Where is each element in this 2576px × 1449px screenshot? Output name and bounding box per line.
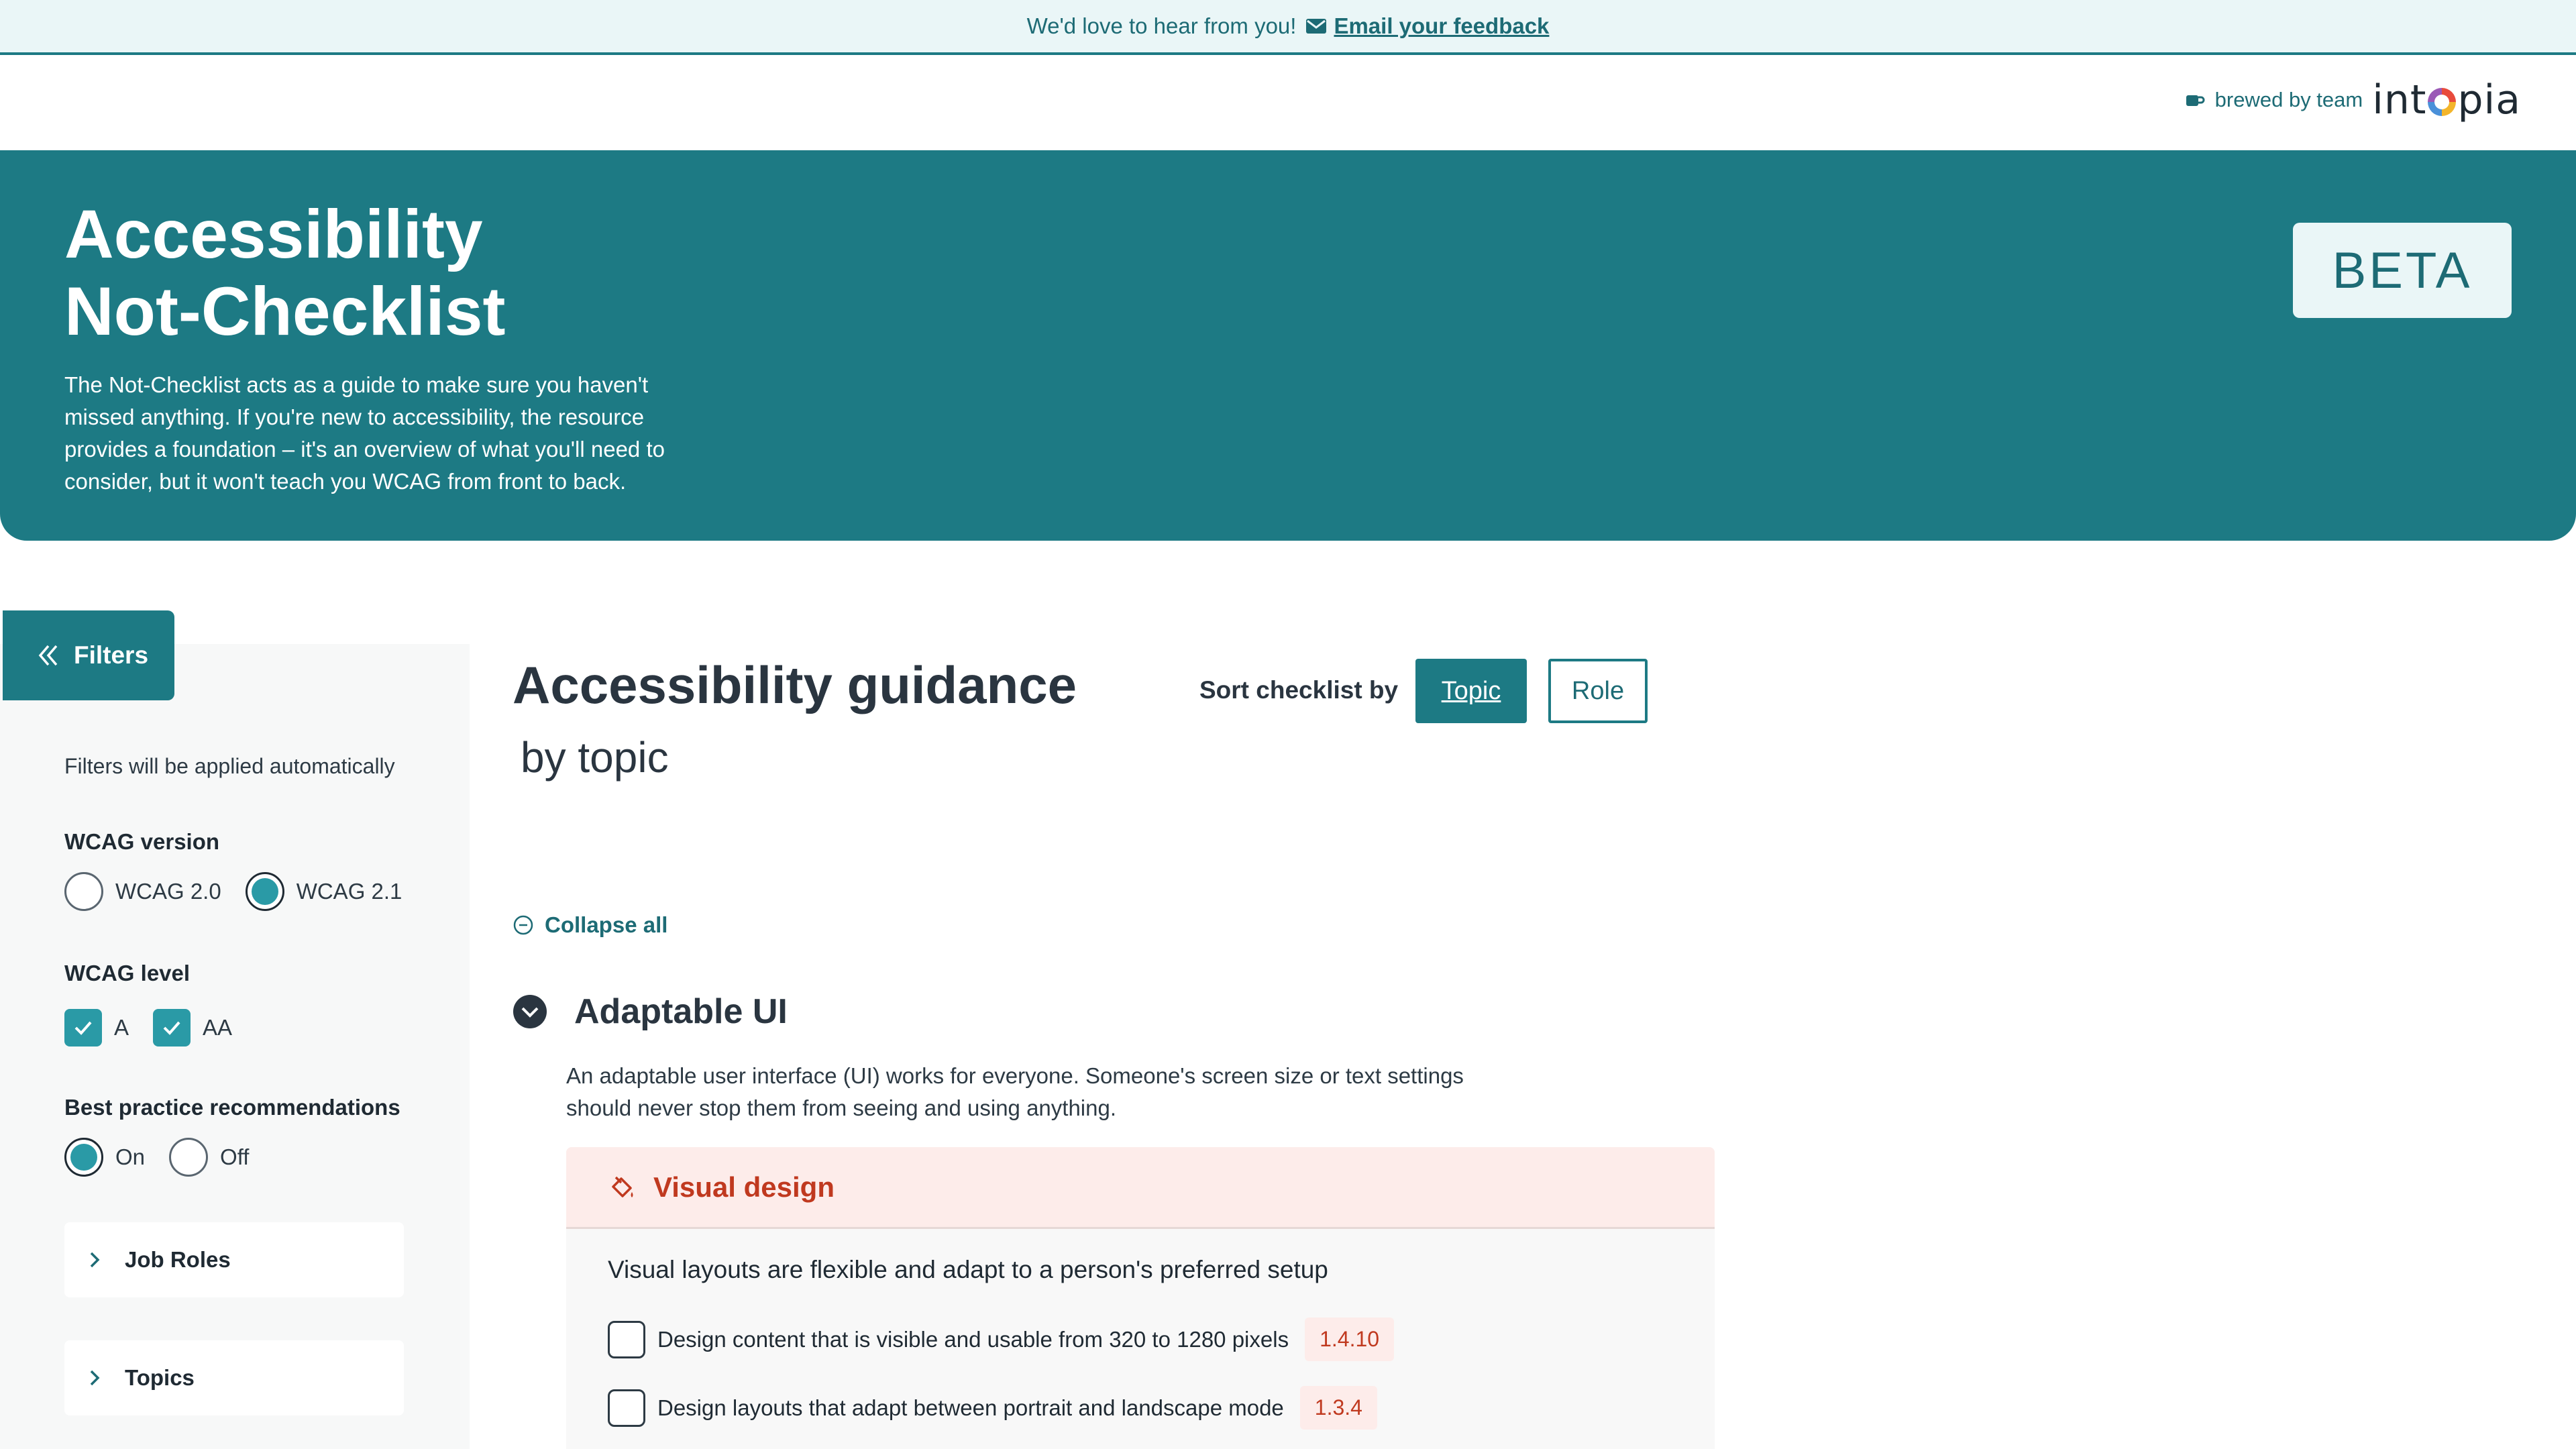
email-feedback-label: Email your feedback <box>1334 13 1550 38</box>
sort-role-button[interactable]: Role <box>1548 659 1648 723</box>
success-criterion-badge[interactable]: 1.3.4 <box>1299 1386 1377 1430</box>
category-title: Visual design <box>653 1171 835 1203</box>
checkbox-level-aa[interactable] <box>153 1009 191 1046</box>
coffee-cup-icon <box>2186 95 2205 106</box>
checklist-item-text: Design content that is visible and usabl… <box>657 1326 1289 1352</box>
chevron-down-circle-icon <box>513 995 547 1028</box>
accordion-job-roles[interactable]: Job Roles <box>64 1222 404 1297</box>
feedback-text: We'd love to hear from you! <box>1026 13 1297 38</box>
guidance-title: Accessibility guidance <box>513 655 1077 714</box>
filters-label: Filters <box>74 641 149 669</box>
checkbox-label-aa: AA <box>203 1015 233 1040</box>
accordion-label-topics: Topics <box>125 1365 195 1390</box>
feedback-bar: We'd love to hear from you! Email your f… <box>0 0 2576 55</box>
collapse-all-button[interactable]: Collapse all <box>513 912 667 938</box>
email-feedback-link[interactable]: Email your feedback <box>1305 13 1549 39</box>
checkbox-level-a[interactable] <box>64 1009 102 1046</box>
beta-badge: BETA <box>2293 223 2512 318</box>
hero-banner: Accessibility Not-Checklist The Not-Chec… <box>0 150 2576 541</box>
title-line-1: Accessibility <box>64 196 483 272</box>
best-practice-heading: Best practice recommendations <box>64 1095 400 1120</box>
logo-post: pia <box>2457 76 2521 123</box>
checklist-item-text: Design layouts that adapt between portra… <box>657 1395 1284 1420</box>
accordion-label-job-roles: Job Roles <box>125 1247 231 1272</box>
section-toggle-adaptable-ui[interactable]: Adaptable UI <box>513 991 788 1032</box>
double-chevron-left-icon <box>38 645 58 666</box>
checkbox-label-a: A <box>114 1015 129 1040</box>
chevron-right-icon <box>90 1370 100 1386</box>
wcag-level-heading: WCAG level <box>64 961 191 985</box>
checkmark-icon <box>74 1021 92 1035</box>
radio-best-practice-on[interactable] <box>64 1138 103 1177</box>
filters-note: Filters will be applied automatically <box>64 754 395 778</box>
intopia-logo: int pia <box>2372 76 2521 123</box>
title-line-2: Not-Checklist <box>64 273 506 350</box>
checklist-item: Design layouts that adapt between portra… <box>608 1386 1377 1430</box>
guidance-subtitle: by topic <box>521 733 669 782</box>
success-criterion-badge[interactable]: 1.4.10 <box>1305 1318 1395 1361</box>
best-practice-options: On Off <box>64 1138 249 1177</box>
minus-circle-icon <box>513 915 533 935</box>
wcag-version-options: WCAG 2.0 WCAG 2.1 <box>64 872 402 911</box>
brand-row: brewed by team int pia <box>0 58 2576 150</box>
checklist-checkbox[interactable] <box>608 1320 645 1358</box>
accordion-topics[interactable]: Topics <box>64 1340 404 1415</box>
brewed-by-text: brewed by team <box>2214 88 2363 111</box>
sort-label: Sort checklist by <box>1199 676 1399 704</box>
section-title: Adaptable UI <box>574 992 788 1031</box>
checkmark-icon <box>163 1021 180 1035</box>
paint-bucket-icon <box>612 1176 633 1197</box>
wcag-version-heading: WCAG version <box>64 829 220 854</box>
category-card-visual-design: Visual design Visual layouts are flexibl… <box>566 1147 1715 1449</box>
radio-label-wcag-2-0: WCAG 2.0 <box>115 879 221 904</box>
collapse-all-label: Collapse all <box>545 912 668 937</box>
logo-pre: int <box>2372 76 2427 123</box>
radio-wcag-2-1[interactable] <box>245 872 284 911</box>
chevron-right-icon <box>90 1252 100 1268</box>
radio-wcag-2-0[interactable] <box>64 872 103 911</box>
page-title: Accessibility Not-Checklist <box>64 196 505 350</box>
radio-label-off: Off <box>220 1144 250 1169</box>
radio-label-on: On <box>115 1144 146 1169</box>
radio-best-practice-off[interactable] <box>169 1138 209 1177</box>
sort-topic-button[interactable]: Topic <box>1415 659 1527 723</box>
radio-label-wcag-2-1: WCAG 2.1 <box>296 879 402 904</box>
section-description: An adaptable user interface (UI) works f… <box>566 1063 1464 1120</box>
category-lead: Visual layouts are flexible and adapt to… <box>608 1256 1328 1283</box>
brand[interactable]: brewed by team int pia <box>2184 76 2521 123</box>
wcag-level-options: A AA <box>64 1009 232 1046</box>
hero-description: The Not-Checklist acts as a guide to mak… <box>64 372 665 494</box>
category-header[interactable]: Visual design <box>566 1147 1715 1229</box>
checklist-checkbox[interactable] <box>608 1389 645 1427</box>
checklist-item: Design content that is visible and usabl… <box>608 1318 1395 1361</box>
filters-toggle-button[interactable]: Filters <box>3 610 174 700</box>
envelope-icon <box>1306 19 1327 34</box>
logo-o-icon <box>2428 88 2457 116</box>
